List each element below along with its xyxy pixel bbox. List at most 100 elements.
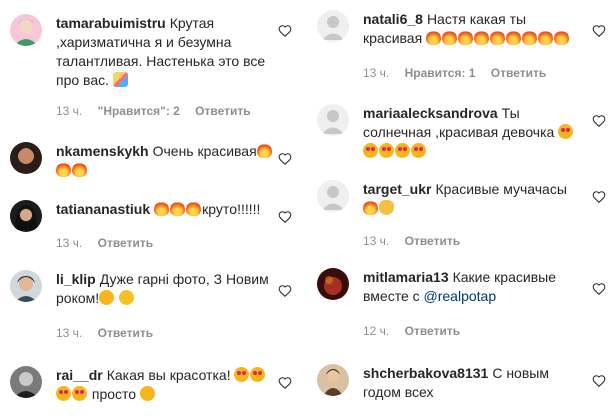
comment-username[interactable]: tatiananastiuk xyxy=(56,201,150,217)
reply-button[interactable]: Ответить xyxy=(98,326,153,340)
heart-eyes-icon xyxy=(395,143,410,158)
comment-meta: 13 ч. Ответить xyxy=(56,236,165,250)
fire-icon xyxy=(256,143,272,158)
fire-icon xyxy=(522,30,538,45)
fire-icon xyxy=(154,201,170,216)
avatar-image xyxy=(323,369,343,396)
clap-icon xyxy=(379,200,394,215)
heart-eyes-icon xyxy=(363,143,378,158)
avatar[interactable] xyxy=(317,104,349,136)
comment-text-2: просто xyxy=(91,386,137,402)
avatar[interactable] xyxy=(10,200,42,232)
comment-body: rai__dr Какая вы красотка! просто xyxy=(56,366,274,404)
comment-body: li_klip Дуже гарні фото, З Новим роком! xyxy=(56,270,274,308)
comment-item: shcherbakova8131 С новым годом всех xyxy=(307,364,614,418)
comment-body: shcherbakova8131 С новым годом всех xyxy=(363,364,581,402)
avatar[interactable] xyxy=(10,366,42,398)
comment-time[interactable]: 13 ч. xyxy=(363,66,389,80)
comment-text: крутo!!!!!! xyxy=(202,201,261,217)
comment-item: tatiananastiuk крутo!!!!!! 13 ч. Ответить xyxy=(0,200,300,256)
comment-item: rai__dr Какая вы красотка! просто xyxy=(0,366,300,418)
avatar[interactable] xyxy=(317,364,349,396)
smirk-face-icon xyxy=(119,290,135,305)
comment-username[interactable]: target_ukr xyxy=(363,181,431,197)
fire-icon xyxy=(426,30,442,45)
comment-username[interactable]: mitlamaria13 xyxy=(363,269,449,285)
comment-likes[interactable]: Нравится: 1 xyxy=(405,66,476,80)
fire-icon xyxy=(554,30,570,45)
avatar-image xyxy=(15,204,37,230)
comment-username[interactable]: nkamenskykh xyxy=(56,143,149,159)
fire-icon xyxy=(170,201,186,216)
avatar[interactable] xyxy=(317,268,349,300)
comment-username[interactable]: rai__dr xyxy=(56,367,103,383)
comment-time[interactable]: 13 ч. xyxy=(56,104,82,118)
like-heart-icon[interactable] xyxy=(592,24,606,38)
comment-time[interactable]: 13 ч. xyxy=(56,326,82,340)
reply-button[interactable]: Ответить xyxy=(491,66,546,80)
party-popper-icon xyxy=(112,72,128,87)
mention-link[interactable]: @realpotap xyxy=(424,288,497,304)
comment-item: target_ukr Красивые мучачасы 13 ч. Ответи… xyxy=(307,180,614,252)
comment-body: mariaalecksandrova Ты солнечная ,красивая… xyxy=(363,104,581,161)
like-heart-icon[interactable] xyxy=(592,374,606,388)
avatar-image xyxy=(14,372,38,398)
fire-icon xyxy=(474,30,490,45)
fire-icon xyxy=(506,30,522,45)
heart-eyes-icon xyxy=(379,143,394,158)
comment-item: nkamenskykh Очень красивая xyxy=(0,142,300,190)
comment-meta: 13 ч. "Нравится": 2 Ответить xyxy=(56,104,263,118)
avatar[interactable] xyxy=(10,270,42,302)
comment-item: natali6_8 Настя какая ты красивая 13 ч. Н… xyxy=(307,10,614,84)
avatar-image xyxy=(14,19,38,46)
like-heart-icon[interactable] xyxy=(592,190,606,204)
comment-meta: 13 ч. Ответить xyxy=(363,234,472,248)
heart-eyes-icon xyxy=(558,124,574,139)
comment-body: target_ukr Красивые мучачасы xyxy=(363,180,581,218)
like-heart-icon[interactable] xyxy=(278,152,292,166)
like-heart-icon[interactable] xyxy=(592,282,606,296)
comment-username[interactable]: li_klip xyxy=(56,271,96,287)
comment-body: mitlamaria13 Какие красивые вместе с @rea… xyxy=(363,268,581,306)
default-avatar-icon xyxy=(322,16,344,40)
reply-button[interactable]: Ответить xyxy=(405,234,460,248)
comment-likes[interactable]: "Нравится": 2 xyxy=(98,104,180,118)
comment-time[interactable]: 13 ч. xyxy=(363,234,389,248)
comment-username[interactable]: natali6_8 xyxy=(363,11,423,27)
fire-icon xyxy=(458,30,474,45)
comment-username[interactable]: mariaalecksandrova xyxy=(363,105,498,121)
avatar[interactable] xyxy=(10,14,42,46)
comment-item: tamarabuimistru Крутая ,харизматична я и … xyxy=(0,14,300,124)
fire-icon xyxy=(56,162,71,177)
comment-text: Красивые мучачасы xyxy=(435,181,567,197)
comment-meta: 12 ч. Ответить xyxy=(363,324,472,338)
reply-button[interactable]: Ответить xyxy=(405,324,460,338)
fire-icon xyxy=(363,200,378,215)
comment-body: nkamenskykh Очень красивая xyxy=(56,142,274,180)
heart-eyes-icon xyxy=(411,143,426,158)
reply-button[interactable]: Ответить xyxy=(195,104,250,118)
fire-icon xyxy=(442,30,458,45)
reply-button[interactable]: Ответить xyxy=(98,236,153,250)
like-heart-icon[interactable] xyxy=(278,210,292,224)
heart-eyes-icon xyxy=(250,367,266,382)
comment-text: Очень красивая xyxy=(152,143,257,159)
like-heart-icon[interactable] xyxy=(592,114,606,128)
comment-time[interactable]: 13 ч. xyxy=(56,236,82,250)
like-heart-icon[interactable] xyxy=(278,376,292,390)
avatar-image xyxy=(15,276,37,302)
like-heart-icon[interactable] xyxy=(278,284,292,298)
comment-body: tamarabuimistru Крутая ,харизматична я и … xyxy=(56,14,274,90)
fire-icon xyxy=(538,30,554,45)
avatar[interactable] xyxy=(317,10,349,42)
comment-text: Какая вы красотка! xyxy=(106,367,231,383)
avatar[interactable] xyxy=(10,142,42,174)
comment-time[interactable]: 12 ч. xyxy=(363,324,389,338)
like-heart-icon[interactable] xyxy=(278,24,292,38)
comment-username[interactable]: tamarabuimistru xyxy=(56,15,166,31)
comment-body: natali6_8 Настя какая ты красивая xyxy=(363,10,581,48)
comment-username[interactable]: shcherbakova8131 xyxy=(363,365,488,381)
avatar-image xyxy=(16,148,36,164)
avatar[interactable] xyxy=(317,180,349,212)
comment-meta: 13 ч. Нравится: 1 Ответить xyxy=(363,66,558,80)
